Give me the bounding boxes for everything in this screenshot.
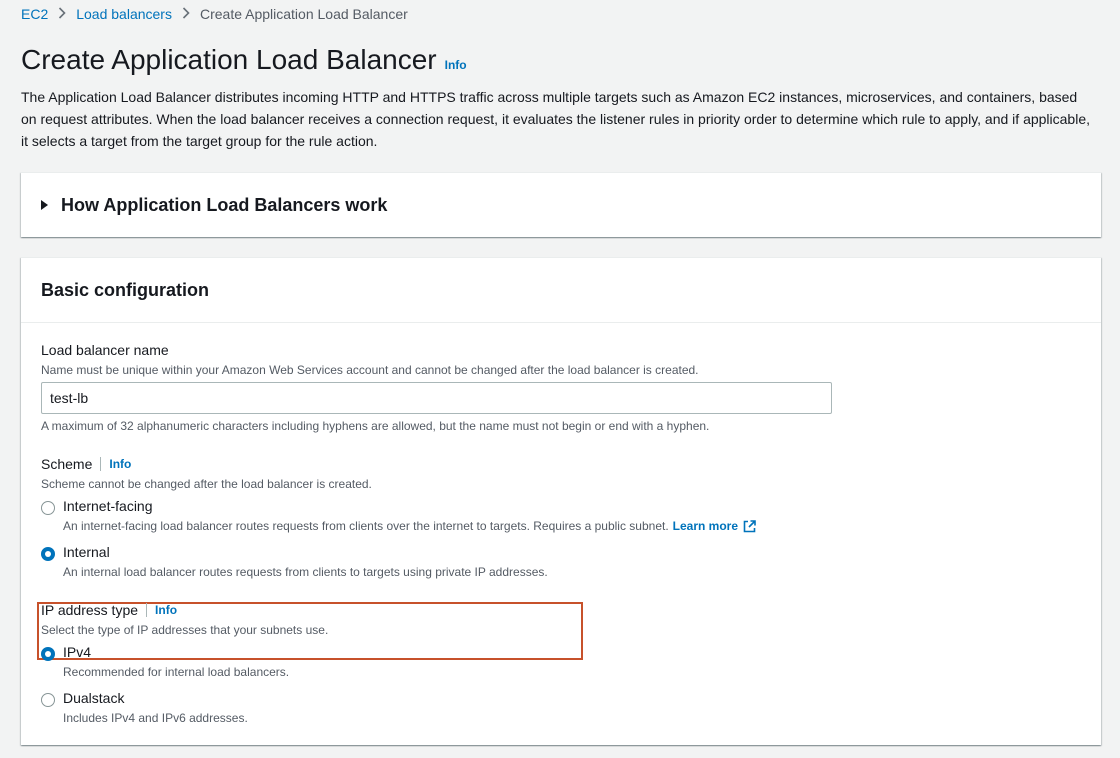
lb-name-label-row: Load balancer name [41, 342, 169, 358]
internet-facing-desc-row: An internet-facing load balancer routes … [63, 519, 756, 533]
ipv4-label[interactable]: IPv4 [63, 644, 91, 660]
caret-right-icon [41, 200, 48, 210]
basic-configuration-title: Basic configuration [41, 279, 210, 300]
internet-facing-description: An internet-facing load balancer routes … [63, 519, 669, 533]
scheme-info-link[interactable]: Info [109, 457, 131, 471]
ip-type-description: Select the type of IP addresses that you… [41, 623, 329, 637]
ipv4-description: Recommended for internal load balancers. [63, 665, 290, 679]
external-link-icon [743, 519, 756, 533]
lb-name-label: Load balancer name [41, 342, 169, 358]
label-divider [100, 457, 102, 471]
lb-name-description: Name must be unique within your Amazon W… [41, 363, 699, 377]
scheme-label: Scheme [41, 456, 93, 472]
ip-type-label: IP address type [41, 602, 139, 618]
internet-facing-radio[interactable] [41, 501, 55, 515]
breadcrumb: EC2 Load balancers Create Application Lo… [21, 6, 408, 22]
internal-description: An internal load balancer routes request… [63, 565, 548, 579]
how-it-works-toggle[interactable]: How Application Load Balancers work [21, 173, 1101, 237]
breadcrumb-load-balancers-link[interactable]: Load balancers [76, 6, 172, 22]
dualstack-radio[interactable] [41, 693, 55, 707]
page-info-link[interactable]: Info [445, 58, 467, 72]
dualstack-label[interactable]: Dualstack [63, 690, 124, 706]
ip-type-label-row: IP address type Info [41, 602, 177, 618]
lb-name-input[interactable] [41, 382, 832, 414]
page-title: Create Application Load Balancer [21, 44, 437, 75]
label-divider [146, 603, 148, 617]
basic-configuration-panel: Basic configuration Load balancer name N… [21, 257, 1101, 745]
how-it-works-title: How Application Load Balancers work [61, 194, 388, 215]
breadcrumb-current: Create Application Load Balancer [199, 6, 408, 22]
basic-configuration-header: Basic configuration [21, 258, 1101, 323]
internet-facing-label[interactable]: Internet-facing [63, 498, 153, 514]
page-description: The Application Load Balancer distribute… [21, 89, 1091, 149]
scheme-label-row: Scheme Info [41, 456, 131, 472]
chevron-right-icon [182, 6, 190, 22]
page-title-row: Create Application Load Balancer Info [21, 44, 467, 76]
learn-more-label: Learn more [672, 519, 739, 533]
internal-label[interactable]: Internal [63, 544, 110, 560]
dualstack-description: Includes IPv4 and IPv6 addresses. [63, 711, 248, 725]
ipv4-radio[interactable] [41, 647, 55, 661]
how-it-works-panel: How Application Load Balancers work [21, 172, 1101, 237]
breadcrumb-ec2-link[interactable]: EC2 [21, 6, 48, 22]
internal-radio[interactable] [41, 547, 55, 561]
ip-type-info-link[interactable]: Info [155, 603, 177, 617]
lb-name-constraint: A maximum of 32 alphanumeric characters … [41, 419, 710, 433]
learn-more-link[interactable]: Learn more [673, 519, 756, 533]
scheme-description: Scheme cannot be changed after the load … [41, 477, 372, 491]
chevron-right-icon [58, 6, 66, 22]
